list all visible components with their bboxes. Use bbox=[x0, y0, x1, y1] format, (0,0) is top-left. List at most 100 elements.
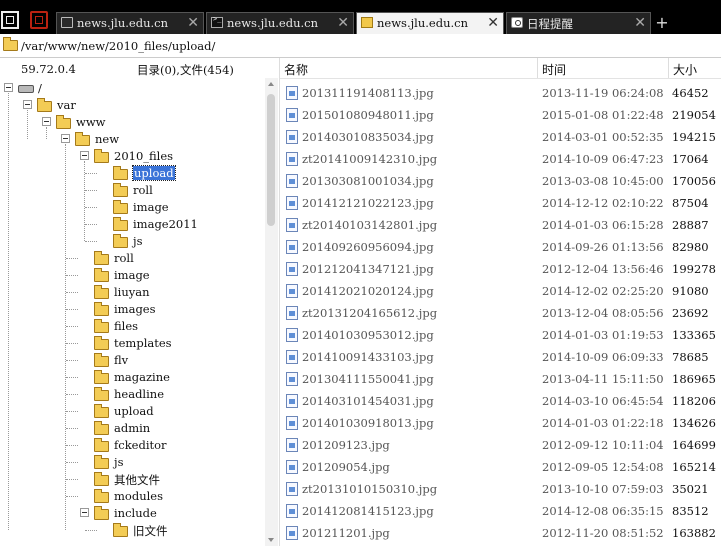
file-time: 2013-10-10 07:59:03 bbox=[542, 482, 664, 496]
tree-item-2010_files[interactable]: 2010_files bbox=[0, 148, 266, 165]
file-row[interactable]: zt20140103142801.jpg 2014-01-03 06:15:28 2… bbox=[280, 214, 721, 236]
collapse-toggle-icon[interactable] bbox=[23, 100, 32, 109]
tree-item-liuyan[interactable]: liuyan bbox=[0, 284, 266, 301]
tree-item-templates[interactable]: templates bbox=[0, 335, 266, 352]
record-icon[interactable] bbox=[30, 11, 48, 29]
tree-item-admin[interactable]: admin bbox=[0, 420, 266, 437]
tree-connector bbox=[66, 309, 78, 310]
collapse-toggle-icon[interactable] bbox=[4, 83, 13, 92]
file-name: zt20131010150310.jpg bbox=[302, 482, 438, 496]
tree-item-root[interactable]: / bbox=[0, 80, 266, 97]
file-row[interactable]: 201401030953012.jpg 2014-01-03 01:19:53 13… bbox=[280, 324, 721, 346]
file-row[interactable]: 201410091433103.jpg 2014-10-09 06:09:33 78… bbox=[280, 346, 721, 368]
file-list-header: 名称 时间 大小 bbox=[280, 58, 721, 79]
close-icon[interactable]: ✕ bbox=[487, 15, 499, 31]
tree-item-label: 其他文件 bbox=[114, 473, 160, 487]
image-file-icon bbox=[286, 350, 298, 364]
folder-icon bbox=[94, 251, 109, 265]
image-file-icon bbox=[286, 152, 298, 166]
file-row[interactable]: 201501080948011.jpg 2015-01-08 01:22:48 21… bbox=[280, 104, 721, 126]
file-row[interactable]: 201409260956094.jpg 2014-09-26 01:13:56 82… bbox=[280, 236, 721, 258]
close-icon[interactable]: ✕ bbox=[187, 15, 199, 31]
tree-item-files[interactable]: files bbox=[0, 318, 266, 335]
tree-item-label: images bbox=[114, 302, 156, 316]
tree-item-image2011[interactable]: image2011 bbox=[0, 216, 266, 233]
tree-item-其他文件[interactable]: 其他文件 bbox=[0, 471, 266, 488]
file-row[interactable]: 201311191408113.jpg 2013-11-19 06:24:08 46… bbox=[280, 82, 721, 104]
folder-icon bbox=[94, 404, 109, 418]
file-row[interactable]: 201209054.jpg 2012-09-05 12:54:08 165214 bbox=[280, 456, 721, 478]
tree-item-include[interactable]: include bbox=[0, 505, 266, 522]
file-row[interactable]: zt20131010150310.jpg 2013-10-10 07:59:03 3… bbox=[280, 478, 721, 500]
tree-item-upload[interactable]: upload bbox=[0, 165, 266, 182]
tree-connector bbox=[66, 377, 78, 378]
tab-label: 日程提醒 bbox=[527, 17, 573, 31]
tree-item-label: upload bbox=[114, 404, 154, 418]
image-file-icon bbox=[286, 240, 298, 254]
file-row[interactable]: 201412121022123.jpg 2014-12-12 02:10:22 87… bbox=[280, 192, 721, 214]
image-file-icon bbox=[286, 504, 298, 518]
column-divider[interactable] bbox=[668, 58, 669, 78]
file-row[interactable]: 201412081415123.jpg 2014-12-08 06:35:15 83… bbox=[280, 500, 721, 522]
file-row[interactable]: 201401030918013.jpg 2014-01-03 01:22:18 13… bbox=[280, 412, 721, 434]
file-row[interactable]: zt20131204165612.jpg 2013-12-04 08:05:56 2… bbox=[280, 302, 721, 324]
image-file-icon bbox=[286, 306, 298, 320]
column-time[interactable]: 时间 bbox=[542, 61, 566, 78]
close-icon[interactable]: ✕ bbox=[337, 15, 349, 31]
file-row[interactable]: 201211201.jpg 2012-11-20 08:51:52 163882 bbox=[280, 522, 721, 544]
tree-item-label: templates bbox=[114, 336, 172, 350]
tab-1[interactable]: news.jlu.edu.cn ✕ bbox=[56, 12, 204, 34]
tab-label: news.jlu.edu.cn bbox=[77, 16, 168, 30]
tab-3[interactable]: news.jlu.edu.cn ✕ bbox=[356, 12, 504, 34]
column-divider[interactable] bbox=[537, 58, 538, 78]
tree-connector bbox=[66, 326, 78, 327]
column-name[interactable]: 名称 bbox=[284, 61, 308, 78]
file-row[interactable]: 201212041347121.jpg 2012-12-04 13:56:46 19… bbox=[280, 258, 721, 280]
tree-item-image[interactable]: image bbox=[0, 199, 266, 216]
tree-item-roll[interactable]: roll bbox=[0, 182, 266, 199]
tree-item-new[interactable]: new bbox=[0, 131, 266, 148]
scroll-thumb[interactable] bbox=[267, 94, 275, 226]
tree-item-fckeditor[interactable]: fckeditor bbox=[0, 437, 266, 454]
tree-scrollbar[interactable] bbox=[265, 78, 278, 546]
file-row[interactable]: 201209123.jpg 2012-09-12 10:11:04 164699 bbox=[280, 434, 721, 456]
scroll-up-icon[interactable] bbox=[268, 82, 274, 86]
tree-item-flv[interactable]: flv bbox=[0, 352, 266, 369]
file-name: 201412021020124.jpg bbox=[302, 284, 434, 298]
file-row[interactable]: 201403101454031.jpg 2014-03-10 06:45:54 11… bbox=[280, 390, 721, 412]
tree-connector bbox=[66, 479, 78, 480]
scroll-down-icon[interactable] bbox=[268, 538, 274, 542]
panel-toggle-icon[interactable] bbox=[1, 11, 19, 29]
collapse-toggle-icon[interactable] bbox=[42, 117, 51, 126]
tree-item-var[interactable]: var bbox=[0, 97, 266, 114]
file-row[interactable]: zt20141009142310.jpg 2014-10-09 06:47:23 1… bbox=[280, 148, 721, 170]
tree-connector bbox=[66, 445, 78, 446]
close-icon[interactable]: ✕ bbox=[634, 15, 646, 31]
tab-2[interactable]: news.jlu.edu.cn ✕ bbox=[206, 12, 354, 34]
folder-icon bbox=[56, 115, 71, 129]
tree-item-label: image bbox=[133, 200, 169, 214]
tree-item-upload[interactable]: upload bbox=[0, 403, 266, 420]
tree-item-image[interactable]: image bbox=[0, 267, 266, 284]
tree-item-images[interactable]: images bbox=[0, 301, 266, 318]
file-row[interactable]: 201304111550041.jpg 2013-04-11 15:11:50 18… bbox=[280, 368, 721, 390]
file-row[interactable]: 201303081001034.jpg 2013-03-08 10:45:00 17… bbox=[280, 170, 721, 192]
current-path[interactable]: /var/www/new/2010_files/upload/ bbox=[21, 39, 215, 53]
collapse-toggle-icon[interactable] bbox=[80, 151, 89, 160]
tree-item-js[interactable]: js bbox=[0, 233, 266, 250]
file-row[interactable]: 201412021020124.jpg 2014-12-02 02:25:20 91… bbox=[280, 280, 721, 302]
collapse-toggle-icon[interactable] bbox=[61, 134, 70, 143]
file-time: 2014-10-09 06:09:33 bbox=[542, 350, 664, 364]
tree-item-modules[interactable]: modules bbox=[0, 488, 266, 505]
tree-item-旧文件[interactable]: 旧文件 bbox=[0, 522, 266, 539]
tab-4[interactable]: 日程提醒 ✕ bbox=[506, 12, 651, 34]
tree-item-roll[interactable]: roll bbox=[0, 250, 266, 267]
new-tab-button[interactable]: + bbox=[652, 12, 672, 34]
column-size[interactable]: 大小 bbox=[673, 61, 697, 78]
tree-item-magazine[interactable]: magazine bbox=[0, 369, 266, 386]
collapse-toggle-icon[interactable] bbox=[80, 508, 89, 517]
tree-item-headline[interactable]: headline bbox=[0, 386, 266, 403]
tree-item-www[interactable]: www bbox=[0, 114, 266, 131]
file-row[interactable]: 201403010835034.jpg 2014-03-01 00:52:35 19… bbox=[280, 126, 721, 148]
tree-item-js[interactable]: js bbox=[0, 454, 266, 471]
